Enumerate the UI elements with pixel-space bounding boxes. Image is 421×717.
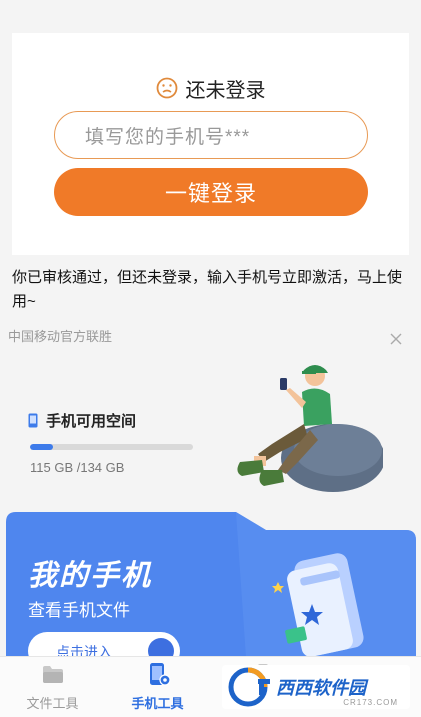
tab-file-tools-label: 文件工具 [26,696,79,711]
ad-source-tag: 中国移动官方联胜 [8,329,113,344]
watermark-brand: 西西软件园 [276,678,366,698]
tab-file-tools[interactable]: 文件工具 [0,657,105,717]
person-on-beanbag-illustration [237,365,383,492]
phone-gear-icon [149,663,171,686]
phone-input-placeholder: 填写您的手机号*** [85,126,251,148]
phone-icon [28,413,38,428]
activation-notice: 你已审核通过，但还未登录，输入手机号立即激活，马上使用~ [12,269,403,310]
tab-phone-tools[interactable]: 手机工具 [105,657,210,717]
storage-usage-text: 115 GB /134 GB [30,460,125,475]
banner-subtitle: 查看手机文件 [28,601,130,620]
login-title-text: 还未登录 [185,79,266,102]
phone-star-illustration [272,553,364,657]
watermark-url: CR173.COM [343,698,398,707]
phone-number-input[interactable]: 填写您的手机号*** [54,111,368,159]
watermark-logo [228,667,270,707]
login-card: 还未登录 填写您的手机号*** 一键登录 [12,33,409,255]
storage-label: 手机可用空间 [28,410,136,431]
site-watermark: 西西软件园 CR173.COM [222,665,410,709]
my-phone-banner[interactable]: 我的手机 查看手机文件 点击进入 [6,512,416,657]
banner-enter-button[interactable]: 点击进入 [28,632,180,657]
sad-face-icon [156,77,177,99]
storage-progress-bar [30,444,193,450]
login-status: 还未登录 [12,73,409,103]
banner-title: 我的手机 [28,560,153,592]
close-icon[interactable] [388,331,404,347]
one-click-login-button[interactable]: 一键登录 [54,168,368,216]
storage-label-text: 手机可用空间 [46,413,137,430]
folder-icon [42,666,63,683]
storage-progress-fill [30,444,53,450]
tab-phone-tools-label: 手机工具 [131,696,184,711]
arrow-circle-icon [148,638,174,657]
